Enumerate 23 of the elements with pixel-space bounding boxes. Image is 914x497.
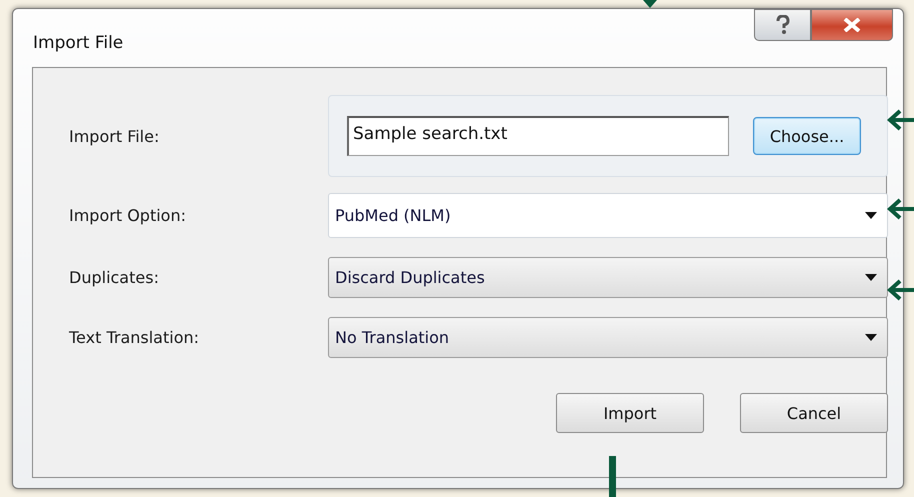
field-label: Text Translation:: [68, 328, 200, 347]
dropdown[interactable]: PubMed (NLM): [328, 193, 888, 238]
dialog-button[interactable]: Import: [556, 393, 704, 433]
caret-icon: [865, 274, 877, 281]
annotation-arrow: [886, 107, 914, 133]
field-label: Duplicates:: [68, 268, 160, 287]
annotation-arrow: [886, 277, 914, 303]
annotation-arrow: [643, 0, 657, 8]
annotation-arrow: [886, 196, 914, 222]
choose-button[interactable]: Choose...: [753, 117, 861, 155]
help-icon: [776, 15, 790, 35]
dialog-button[interactable]: Cancel: [740, 393, 888, 433]
caret-icon: [865, 212, 877, 219]
help-button[interactable]: [754, 9, 811, 41]
field-label: Import File:: [68, 126, 160, 146]
window-title: Import File: [33, 33, 124, 53]
field-label: Import Option:: [68, 206, 187, 225]
dropdown[interactable]: No Translation: [328, 317, 888, 358]
caret-icon: [865, 334, 877, 341]
file-field[interactable]: Sample search.txt: [347, 116, 729, 156]
close-button[interactable]: [811, 9, 893, 41]
close-icon: [843, 18, 861, 32]
dropdown[interactable]: Discard Duplicates: [328, 257, 888, 298]
